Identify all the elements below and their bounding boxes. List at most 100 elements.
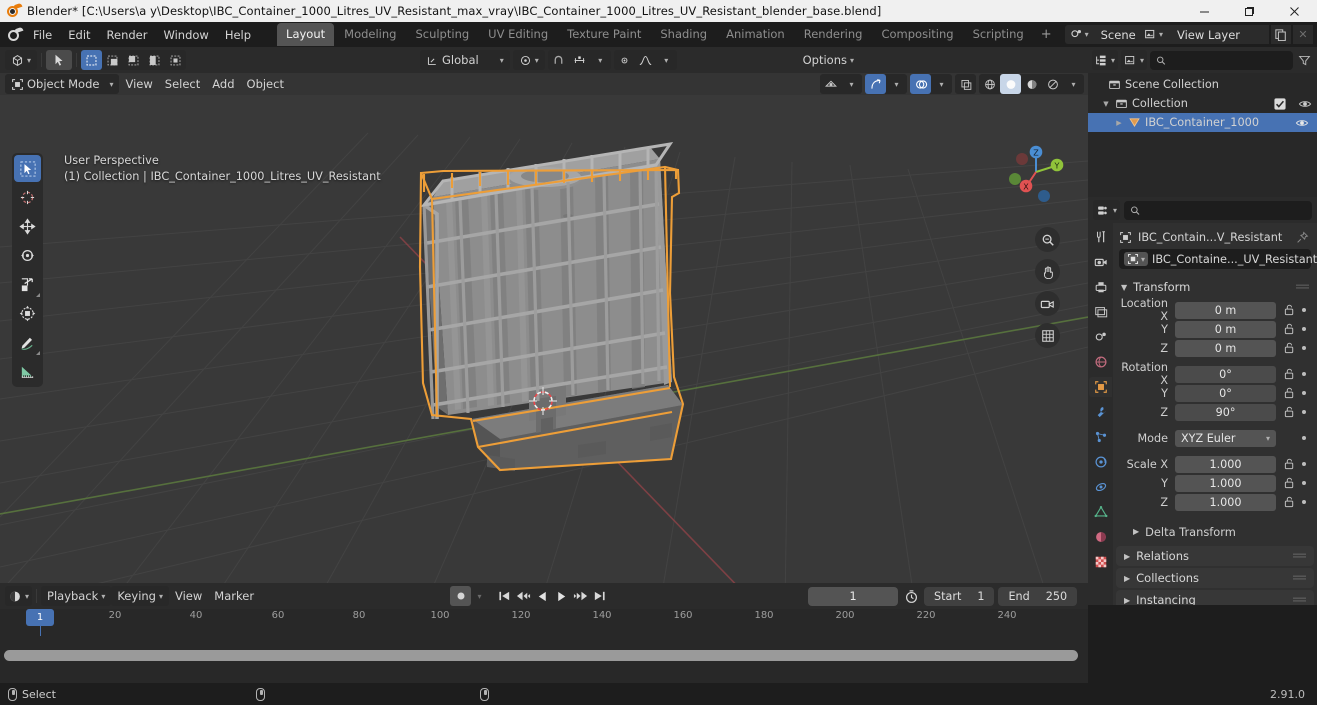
minimize-button[interactable]: [1182, 0, 1227, 22]
timeline-menu-marker[interactable]: Marker: [208, 586, 260, 606]
zoom-icon[interactable]: [1035, 227, 1060, 252]
tweak-tool[interactable]: [14, 155, 41, 182]
outliner-editor-type-button[interactable]: ▾: [1092, 50, 1119, 70]
viewport-menu-view[interactable]: View: [119, 74, 158, 94]
blender-menu-icon[interactable]: [3, 25, 25, 45]
outliner-search-box[interactable]: [1150, 50, 1293, 70]
collection-checkbox[interactable]: [1274, 97, 1286, 110]
object-tab[interactable]: [1089, 377, 1112, 397]
instancing-panel-header[interactable]: ▶ Instancing: [1116, 590, 1314, 605]
object-visibility-eye-icon[interactable]: [1295, 117, 1309, 129]
magnet-icon[interactable]: [548, 50, 569, 70]
timeline-body[interactable]: 20 40 60 80 100 120 140 160 180 200 220 …: [0, 609, 1088, 683]
auto-key-toggle[interactable]: [450, 586, 471, 606]
shading-wireframe-icon[interactable]: [979, 74, 1000, 94]
object-visibility-icon[interactable]: [820, 74, 841, 94]
select-extend-icon[interactable]: [102, 50, 123, 70]
scene-tab[interactable]: [1089, 327, 1112, 347]
jump-to-prev-keyframe-button[interactable]: [514, 586, 532, 606]
chevron-right-icon[interactable]: ▶: [1124, 574, 1130, 583]
animate-dot-icon[interactable]: [1297, 327, 1311, 331]
timeline-menu-playback[interactable]: Playback ▾: [41, 586, 112, 606]
workspace-tab-uv-editing[interactable]: UV Editing: [479, 23, 557, 46]
close-button[interactable]: [1272, 0, 1317, 22]
falloff-curve-icon[interactable]: [635, 50, 656, 70]
pin-icon[interactable]: [1296, 231, 1309, 244]
gizmo-toggle-icon[interactable]: [865, 74, 886, 94]
scale-x-value[interactable]: 1.000: [1175, 455, 1276, 473]
timeline-editor[interactable]: ▾ Playback ▾ Keying ▾ View Marker ▾ 1 St…: [0, 583, 1088, 683]
delta-transform-subpanel[interactable]: ▶ Delta Transform: [1113, 522, 1317, 541]
frame-end-field[interactable]: End 250: [998, 586, 1078, 606]
viewport-menu-object[interactable]: Object: [241, 74, 290, 94]
play-reverse-button[interactable]: [533, 586, 551, 606]
relations-panel-header[interactable]: ▶ Relations: [1116, 546, 1314, 566]
annotate-tool[interactable]: [14, 329, 41, 356]
object-id-field[interactable]: ▾ IBC_Containe..._UV_Resistant: [1119, 249, 1317, 269]
3d-viewport[interactable]: ▾ Global ▾ ▾ ▾ ▾ Options ▾ Object Mode ▾…: [0, 47, 1088, 605]
outliner-filter-button[interactable]: [1296, 50, 1313, 70]
animate-dot-icon[interactable]: [1297, 346, 1311, 350]
outliner-display-mode-button[interactable]: ▾: [1121, 50, 1148, 70]
lock-icon[interactable]: [1281, 368, 1297, 380]
scale-tool[interactable]: [14, 271, 41, 298]
select-intersect-icon[interactable]: [165, 50, 186, 70]
chevron-right-icon[interactable]: ▶: [1124, 552, 1130, 561]
snap-caret-icon[interactable]: ▾: [590, 50, 611, 70]
lock-icon[interactable]: [1281, 496, 1297, 508]
editor-type-button[interactable]: ▾: [5, 50, 38, 70]
object-data-tab[interactable]: [1089, 502, 1112, 522]
workspace-tab-animation[interactable]: Animation: [717, 23, 794, 46]
chevron-right-icon[interactable]: ▶: [1124, 596, 1130, 605]
timeline-playhead[interactable]: 1: [26, 609, 54, 626]
viewport-options-dropdown[interactable]: Options ▾: [797, 50, 860, 70]
animate-dot-icon[interactable]: [1297, 500, 1311, 504]
constraints-tab[interactable]: [1089, 477, 1112, 497]
scale-z-value[interactable]: 1.000: [1175, 493, 1276, 511]
properties-search-input[interactable]: [1144, 203, 1306, 217]
rotation-mode-dropdown[interactable]: XYZ Euler ▾: [1175, 429, 1276, 447]
rotate-tool[interactable]: [14, 242, 41, 269]
gizmo-caret-icon[interactable]: ▾: [886, 74, 907, 94]
menu-help[interactable]: Help: [217, 25, 259, 45]
outliner-search-input[interactable]: [1169, 53, 1287, 67]
navigation-gizmo[interactable]: Z Y X: [1006, 142, 1066, 202]
new-view-layer-button[interactable]: [1271, 25, 1291, 44]
select-new-icon[interactable]: [81, 50, 103, 70]
particles-tab[interactable]: [1089, 427, 1112, 447]
material-tab[interactable]: [1089, 527, 1112, 547]
object-mode-dropdown[interactable]: Object Mode ▾: [5, 74, 120, 94]
overlay-caret-icon[interactable]: ▾: [931, 74, 952, 94]
jump-to-end-button[interactable]: [590, 586, 608, 606]
outliner-item-scene-collection[interactable]: Scene Collection: [1088, 75, 1317, 94]
modifiers-tab[interactable]: [1089, 402, 1112, 422]
expand-arrow[interactable]: ▶: [1114, 119, 1124, 127]
collections-panel-header[interactable]: ▶ Collections: [1116, 568, 1314, 588]
record-icon[interactable]: [450, 586, 471, 606]
lock-icon[interactable]: [1281, 387, 1297, 399]
toggle-ortho-icon[interactable]: [1035, 323, 1060, 348]
lock-icon[interactable]: [1281, 477, 1297, 489]
shading-rendered-icon[interactable]: [1042, 74, 1063, 94]
animate-dot-icon[interactable]: [1297, 410, 1311, 414]
proportional-edit-icon[interactable]: [614, 50, 635, 70]
add-workspace-button[interactable]: +: [1034, 25, 1059, 44]
visibility-caret-icon[interactable]: ▾: [841, 74, 862, 94]
lock-icon[interactable]: [1281, 458, 1297, 470]
workspace-tab-layout[interactable]: Layout: [277, 23, 335, 46]
tool-tab[interactable]: [1089, 227, 1112, 247]
view-layer-tab[interactable]: [1089, 302, 1112, 322]
cursor-tool[interactable]: [14, 184, 41, 211]
tweak-mode-button[interactable]: [46, 50, 73, 70]
select-subtract-icon[interactable]: [123, 50, 144, 70]
menu-edit[interactable]: Edit: [60, 25, 98, 45]
location-x-value[interactable]: 0 m: [1175, 301, 1276, 319]
expand-arrow[interactable]: ▼: [1101, 100, 1111, 108]
timeline-horizontal-scrollbar[interactable]: [4, 650, 1078, 661]
remove-view-layer-button[interactable]: ✕: [1293, 25, 1313, 44]
menu-file[interactable]: File: [25, 25, 60, 45]
move-tool[interactable]: [14, 213, 41, 240]
lock-icon[interactable]: [1281, 304, 1297, 316]
viewport-canvas[interactable]: [0, 47, 1088, 605]
use-preview-range-icon[interactable]: [902, 586, 920, 606]
